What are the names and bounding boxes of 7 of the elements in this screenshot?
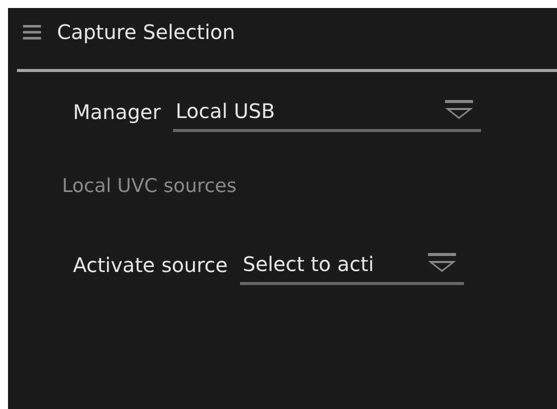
panel-title: Capture Selection xyxy=(57,20,236,44)
menu-icon[interactable] xyxy=(23,24,41,40)
field-label: Activate source xyxy=(73,253,228,277)
manager-dropdown[interactable]: Local USB xyxy=(172,92,481,132)
source-dropdown[interactable]: Select to acti xyxy=(240,245,464,285)
section-heading: Local UVC sources xyxy=(61,175,238,197)
field-label: Manager xyxy=(73,100,161,124)
